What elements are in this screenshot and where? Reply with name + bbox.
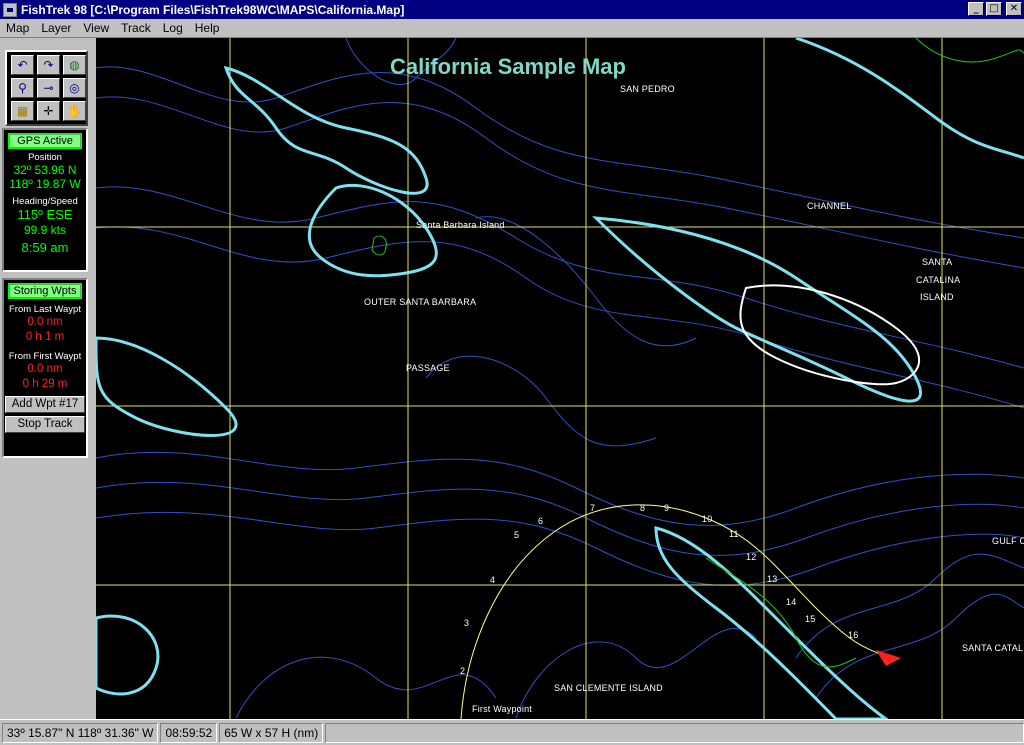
window-controls: _ □ ✕ (968, 2, 1022, 16)
from-last-distance: 0.0 nm (27, 316, 63, 328)
status-time: 08:59:52 (160, 722, 218, 743)
menu-map[interactable]: Map (0, 21, 35, 35)
track-waypoint[interactable]: 9 (664, 503, 669, 513)
label-catalina: CATALINA (916, 275, 961, 285)
magnifier-icon[interactable]: ⚲ (11, 78, 34, 98)
toolbox: ↶ ↷ ◍ ⚲ ⊸ ◎ ▦ ✛ ✋ (5, 50, 88, 126)
track-waypoint[interactable]: 12 (746, 552, 756, 562)
track-waypoint[interactable]: 14 (786, 597, 796, 607)
track-waypoint[interactable]: 2 (460, 666, 465, 676)
map-graphics (96, 38, 1024, 719)
menu-log[interactable]: Log (157, 21, 189, 35)
label-channel: CHANNEL (807, 201, 852, 211)
cursor-position: 33º 15.87" N 118º 31.36" W (2, 722, 159, 743)
grid-icon[interactable]: ▦ (11, 101, 34, 121)
track-waypoint[interactable]: 15 (805, 614, 815, 624)
longitude-value: 118º 19.87 W (9, 177, 81, 191)
view-size: 65 W x 57 H (nm) (219, 722, 324, 743)
track-waypoint[interactable]: 16 (848, 630, 858, 640)
menu-view[interactable]: View (77, 21, 115, 35)
menu-help[interactable]: Help (189, 21, 226, 35)
from-last-label: From Last Waypt (9, 304, 81, 315)
track-waypoint[interactable]: 7 (590, 503, 595, 513)
track-waypoint[interactable]: 6 (538, 516, 543, 526)
boat-marker (876, 650, 901, 666)
speed-value: 99.9 kts (23, 223, 67, 237)
from-first-time: 0 h 29 m (22, 378, 68, 390)
gps-panel: GPS Active Position 32º 53.96 N 118º 19.… (2, 128, 88, 272)
gps-status-button[interactable]: GPS Active (8, 133, 82, 149)
add-waypoint-button[interactable]: Add Wpt #17 (5, 396, 85, 413)
minimize-button[interactable]: _ (968, 2, 984, 16)
stop-track-button[interactable]: Stop Track (5, 416, 85, 433)
grid-lines (96, 38, 1024, 719)
label-san-pedro: SAN PEDRO (620, 84, 675, 94)
label-outer-santa-barbara: OUTER SANTA BARBARA (364, 297, 477, 307)
measure-icon[interactable]: ⊸ (37, 78, 60, 98)
app-fish-icon[interactable] (3, 2, 17, 17)
label-santa: SANTA (922, 257, 953, 267)
menu-track[interactable]: Track (115, 21, 157, 35)
from-first-distance: 0.0 nm (27, 363, 63, 375)
close-button[interactable]: ✕ (1006, 2, 1022, 16)
track-waypoint[interactable]: 5 (514, 530, 519, 540)
sidebar: ↶ ↷ ◍ ⚲ ⊸ ◎ ▦ ✛ ✋ GPS Active Position 32… (0, 38, 96, 718)
from-first-label: From First Waypt (8, 351, 82, 362)
track-waypoint[interactable]: 10 (702, 514, 712, 524)
label-gulf: GULF O (992, 536, 1024, 546)
heading-speed-label: Heading/Speed (12, 196, 78, 207)
track-waypoint[interactable]: 4 (490, 575, 495, 585)
track-waypoint[interactable]: 8 (640, 503, 645, 513)
restore-button[interactable]: □ (986, 2, 1002, 16)
window-title: FishTrek 98 [C:\Program Files\FishTrek98… (21, 2, 405, 17)
label-first-waypoint: First Waypoint (472, 704, 532, 714)
depth-contours (96, 38, 1024, 719)
label-santa-barbara-island: Santa Barbara Island (416, 220, 505, 230)
hand-icon[interactable]: ✋ (63, 101, 86, 121)
globe-icon[interactable]: ◍ (63, 55, 86, 75)
position-label: Position (28, 152, 62, 163)
label-passage: PASSAGE (406, 363, 450, 373)
map-title: California Sample Map (390, 54, 626, 79)
track-waypoint[interactable]: 11 (729, 529, 739, 539)
undo-icon[interactable]: ↶ (11, 55, 34, 75)
latitude-value: 32º 53.96 N (13, 163, 77, 177)
menu-bar: Map Layer View Track Log Help (0, 19, 1024, 38)
status-empty (325, 722, 1024, 743)
redo-icon[interactable]: ↷ (37, 55, 60, 75)
menu-layer[interactable]: Layer (35, 21, 77, 35)
islands (96, 38, 1024, 719)
land-areas (371, 38, 1024, 668)
track-waypoint[interactable]: 3 (464, 618, 469, 628)
gps-target-icon[interactable]: ◎ (63, 78, 86, 98)
label-san-clemente-island: SAN CLEMENTE ISLAND (554, 683, 663, 693)
status-bar: 33º 15.87" N 118º 31.36" W 08:59:52 65 W… (0, 719, 1024, 745)
waypoint-panel: Storing Wpts From Last Waypt 0.0 nm 0 h … (2, 278, 88, 458)
heading-value: 115º ESE (17, 207, 73, 222)
track-waypoint[interactable]: 13 (767, 574, 777, 584)
from-last-time: 0 h 1 m (25, 331, 65, 343)
storing-waypoints-button[interactable]: Storing Wpts (8, 283, 82, 299)
crosshair-icon[interactable]: ✛ (37, 101, 60, 121)
map-canvas[interactable]: California Sample Map SAN PEDRO CHANNEL … (96, 38, 1024, 719)
label-island: ISLAND (920, 292, 954, 302)
title-bar: FishTrek 98 [C:\Program Files\FishTrek98… (0, 0, 1024, 19)
time-value: 8:59 am (21, 240, 69, 255)
label-santa-catal: SANTA CATAL (962, 643, 1024, 653)
